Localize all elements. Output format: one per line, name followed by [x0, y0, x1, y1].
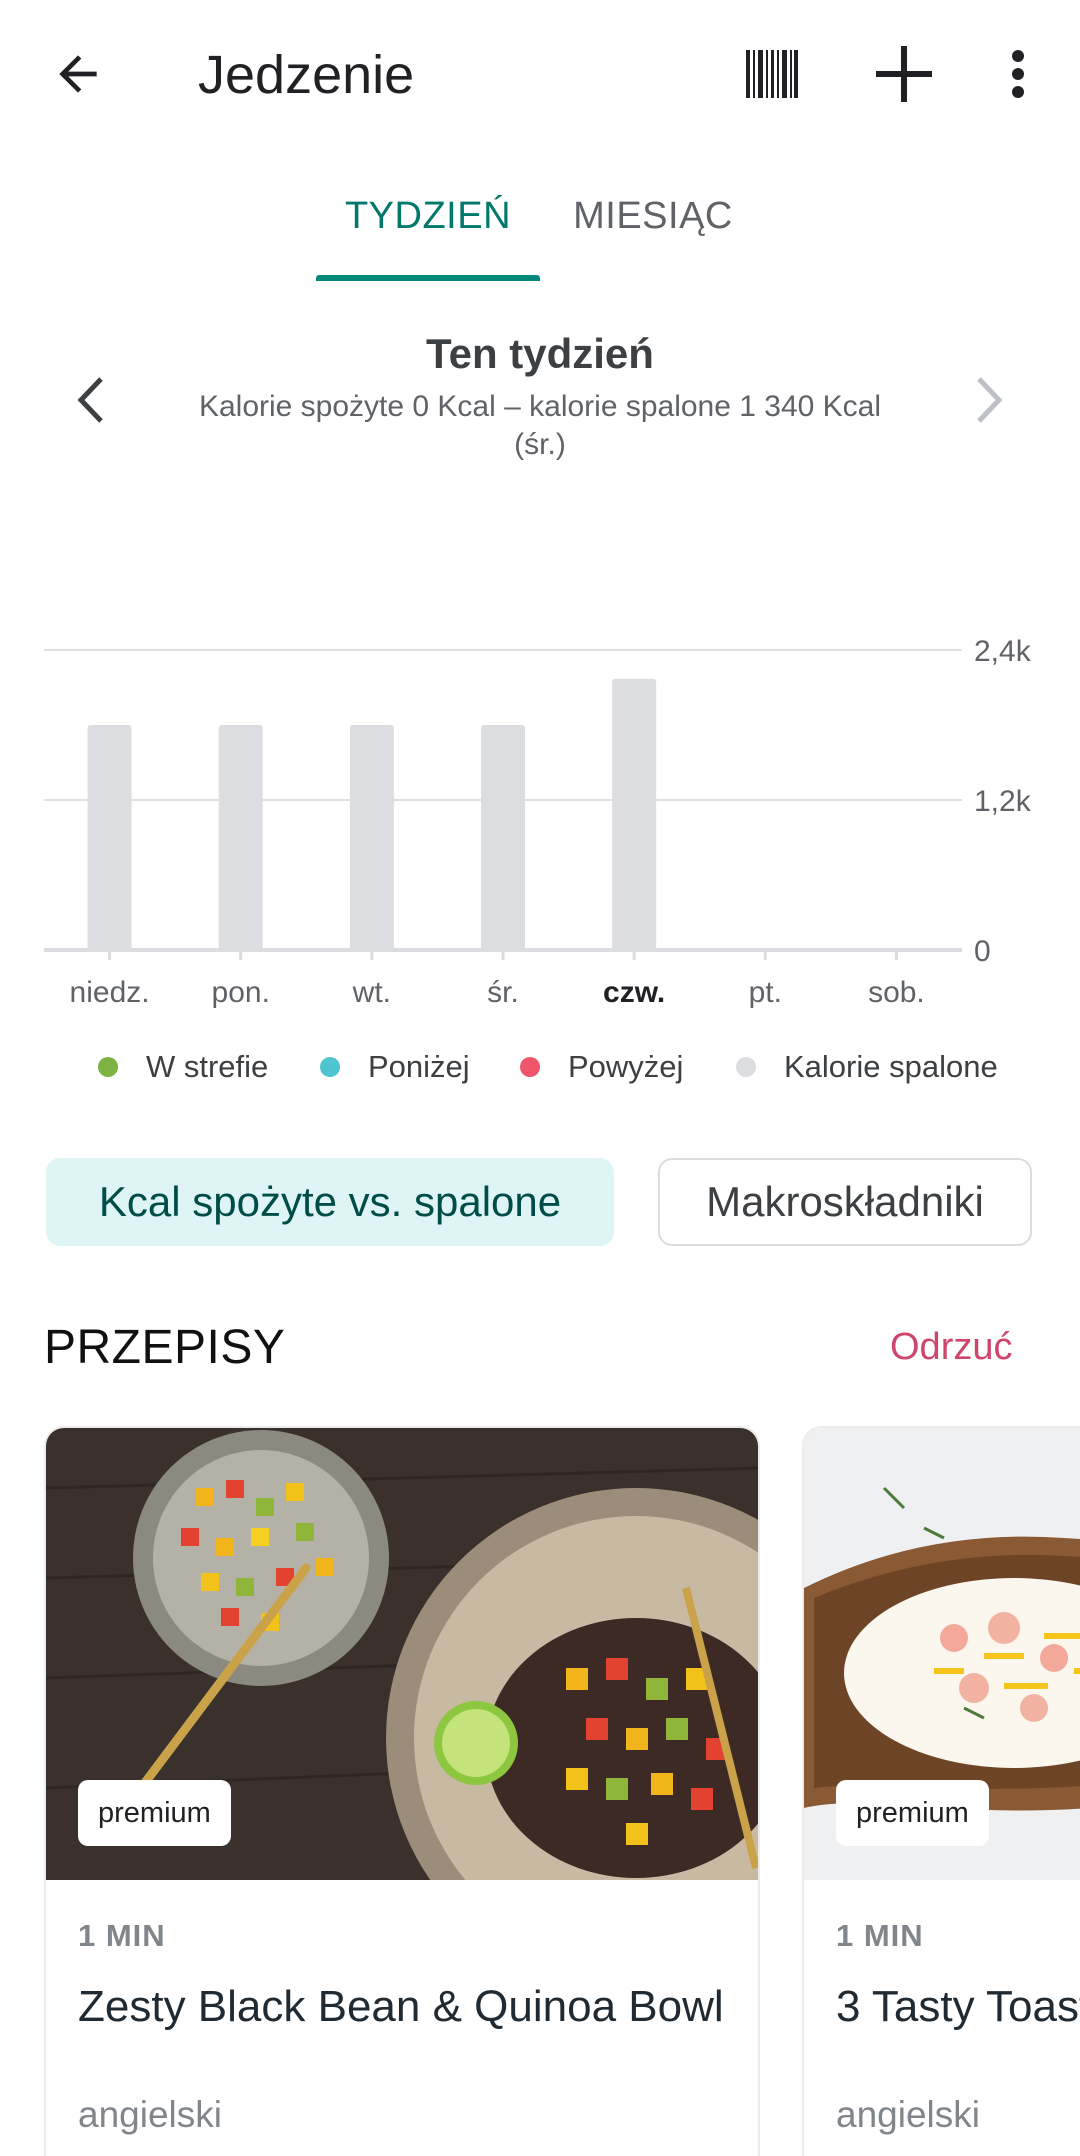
add-icon: [876, 46, 932, 102]
x-tick-label: pt.: [749, 976, 782, 1009]
x-tick-label: czw.: [603, 976, 665, 1009]
legend-item-burned: Kalorie spalone: [736, 1045, 998, 1089]
recipe-language: angielski: [78, 2094, 222, 2135]
previous-week-button[interactable]: [60, 365, 120, 435]
more-vert-icon: [1012, 50, 1024, 98]
bar-śr: [481, 725, 525, 950]
recipe-image: premium: [804, 1428, 1080, 1880]
back-button[interactable]: [36, 32, 120, 116]
y-tick-label: 1,2k: [974, 785, 1032, 818]
chart-legend: W strefie Poniżej Powyżej Kalorie spalon…: [0, 1045, 1080, 1089]
legend-item-above: Powyżej: [520, 1045, 683, 1089]
recipe-card[interactable]: premium 1 MIN Zesty Black Bean & Quinoa …: [44, 1426, 760, 2156]
bar-niedz: [87, 725, 132, 950]
chevron-left-icon: [77, 377, 103, 423]
legend-label: W strefie: [146, 1049, 269, 1084]
period-title: Ten tydzień: [426, 330, 654, 377]
more-options-button[interactable]: [978, 32, 1058, 116]
legend-label: Powyżej: [568, 1049, 684, 1084]
x-tick-label: niedz.: [70, 976, 150, 1009]
x-tick-label: wt.: [352, 976, 391, 1009]
top-app-bar: Jedzenie: [0, 0, 1080, 150]
x-tick-label: śr.: [487, 976, 519, 1009]
recipe-time: 1 MIN: [78, 1918, 166, 1953]
recipe-language: angielski: [836, 2094, 980, 2135]
recipe-title: 3 Tasty Toasts: [836, 1982, 1080, 2031]
bar-wt: [349, 725, 394, 950]
legend-label: Poniżej: [368, 1049, 470, 1084]
legend-dot: [320, 1057, 340, 1077]
y-tick-label: 2,4k: [974, 635, 1032, 668]
x-tick-label: sob.: [868, 976, 925, 1009]
calories-chart-svg: 0 1,2k 2,4k niedz. pon. wt. śr. czw. pt. sob.: [44, 635, 1032, 1009]
chevron-right-icon: [977, 377, 1003, 423]
barcode-icon: [746, 50, 798, 98]
period-summary: Kalorie spożyte 0 Kcal – kalorie spalone…: [198, 390, 882, 461]
legend-dot: [520, 1057, 540, 1077]
legend-item-below: Poniżej: [320, 1045, 470, 1089]
recipe-time: 1 MIN: [836, 1918, 924, 1953]
premium-badge: premium: [78, 1780, 231, 1846]
recipe-image: premium: [46, 1428, 758, 1880]
tab-week[interactable]: TYDZIEŃ: [316, 180, 540, 280]
scan-barcode-button[interactable]: [730, 32, 814, 116]
add-button[interactable]: [862, 32, 946, 116]
calories-chart: 0 1,2k 2,4k niedz. pon. wt. śr. czw. pt. sob.: [0, 620, 1080, 1020]
recipe-title: Zesty Black Bean & Quinoa Bowl: [78, 1982, 724, 2031]
bar-czw: [612, 678, 657, 950]
legend-item-in-zone: W strefie: [98, 1045, 268, 1089]
back-arrow-icon: [59, 55, 97, 93]
legend-dot: [98, 1057, 118, 1077]
chip-calories-in-vs-out[interactable]: Kcal spożyte vs. spalone: [46, 1158, 614, 1246]
food-screen: Jedzenie TYDZIEŃ MIESIĄC Ten tydzień Kal…: [0, 0, 1080, 2156]
premium-badge: premium: [836, 1780, 989, 1846]
page-title: Jedzenie: [198, 45, 415, 105]
recipes-heading: PRZEPISY: [44, 1321, 286, 1374]
tab-indicator: [316, 275, 540, 281]
legend-label: Kalorie spalone: [784, 1049, 998, 1084]
chip-macronutrients[interactable]: Makroskładniki: [658, 1158, 1032, 1246]
period-header: Ten tydzień Kalorie spożyte 0 Kcal – kal…: [0, 320, 1080, 480]
next-week-button[interactable]: [960, 365, 1020, 435]
y-tick-label: 0: [974, 935, 991, 968]
period-tabs: TYDZIEŃ MIESIĄC: [0, 180, 1080, 281]
legend-dot: [736, 1057, 756, 1077]
tab-month[interactable]: MIESIĄC: [560, 180, 746, 280]
recipe-card[interactable]: premium 1 MIN 3 Tasty Toasts angielski: [802, 1426, 1080, 2156]
bar-pon: [218, 725, 263, 950]
dismiss-recipes-button[interactable]: Odrzuć: [890, 1326, 1012, 1369]
x-tick-label: pon.: [212, 976, 270, 1009]
